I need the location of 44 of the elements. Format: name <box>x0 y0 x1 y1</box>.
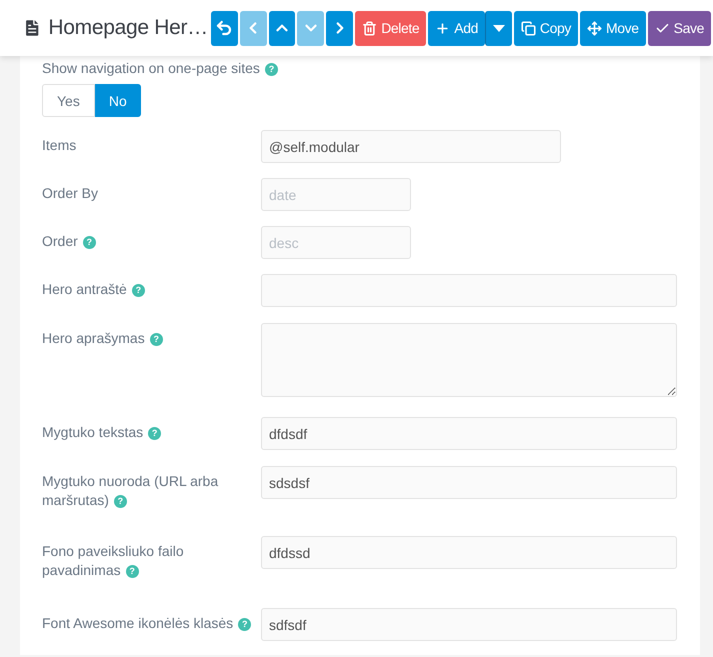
move-icon <box>587 20 602 36</box>
input-field[interactable]: sdfsdf <box>261 608 677 641</box>
field-label: Fono paveiksliuko failo pavadinimas ? <box>42 542 185 580</box>
undo-button[interactable] <box>210 10 238 46</box>
move-button[interactable]: Move <box>580 10 646 46</box>
help-icon[interactable]: ? <box>148 427 162 440</box>
input-field[interactable] <box>261 274 677 307</box>
help-icon[interactable]: ? <box>82 236 96 249</box>
field-label: Font Awesome ikonėlės klasės ? <box>42 608 261 641</box>
trash-icon <box>362 20 378 36</box>
copy-button[interactable]: Copy <box>514 10 578 46</box>
input-field[interactable]: @self.modular <box>261 130 561 163</box>
page-title: Homepage Her… <box>48 16 208 40</box>
field-label: Mygtuko nuoroda (URL arba maršrutas) ? <box>42 472 220 510</box>
help-icon[interactable]: ? <box>126 565 139 578</box>
copy-icon <box>520 20 536 36</box>
undo-icon <box>215 19 234 37</box>
field-label: Order ? <box>42 226 261 259</box>
delete-button[interactable]: Delete <box>355 10 426 46</box>
input-field[interactable]: sdsdsf <box>261 466 677 499</box>
field-label: Hero antraštė ? <box>42 274 261 307</box>
field-label: Order By <box>42 184 100 203</box>
field-label: Mygtuko tekstas ? <box>42 417 261 450</box>
caret-down-icon <box>492 24 505 32</box>
input-field[interactable]: dfdssd <box>261 536 677 569</box>
field-label: Show navigation on one-page sites ? <box>42 59 278 78</box>
input-field[interactable]: date <box>261 178 411 211</box>
field-label: Hero aprašymas ? <box>42 323 261 397</box>
input-field[interactable]: desc <box>261 226 411 259</box>
field-label: Items <box>42 136 78 155</box>
chevron-up-button[interactable] <box>268 10 296 46</box>
toggle-option[interactable]: No <box>94 84 141 117</box>
help-icon[interactable]: ? <box>238 618 252 631</box>
toggle-option[interactable]: Yes <box>42 84 95 117</box>
help-icon[interactable]: ? <box>132 284 145 297</box>
save-button[interactable]: Save <box>648 10 711 46</box>
add-button[interactable]: Add <box>428 10 485 46</box>
help-icon[interactable]: ? <box>264 63 278 76</box>
dropdown-button[interactable] <box>484 10 512 46</box>
help-icon[interactable]: ? <box>114 495 127 508</box>
plus-icon <box>435 20 450 36</box>
help-icon[interactable]: ? <box>150 333 163 346</box>
chevron-right-button[interactable] <box>326 10 354 46</box>
input-field[interactable]: dfdsdf <box>261 417 677 450</box>
